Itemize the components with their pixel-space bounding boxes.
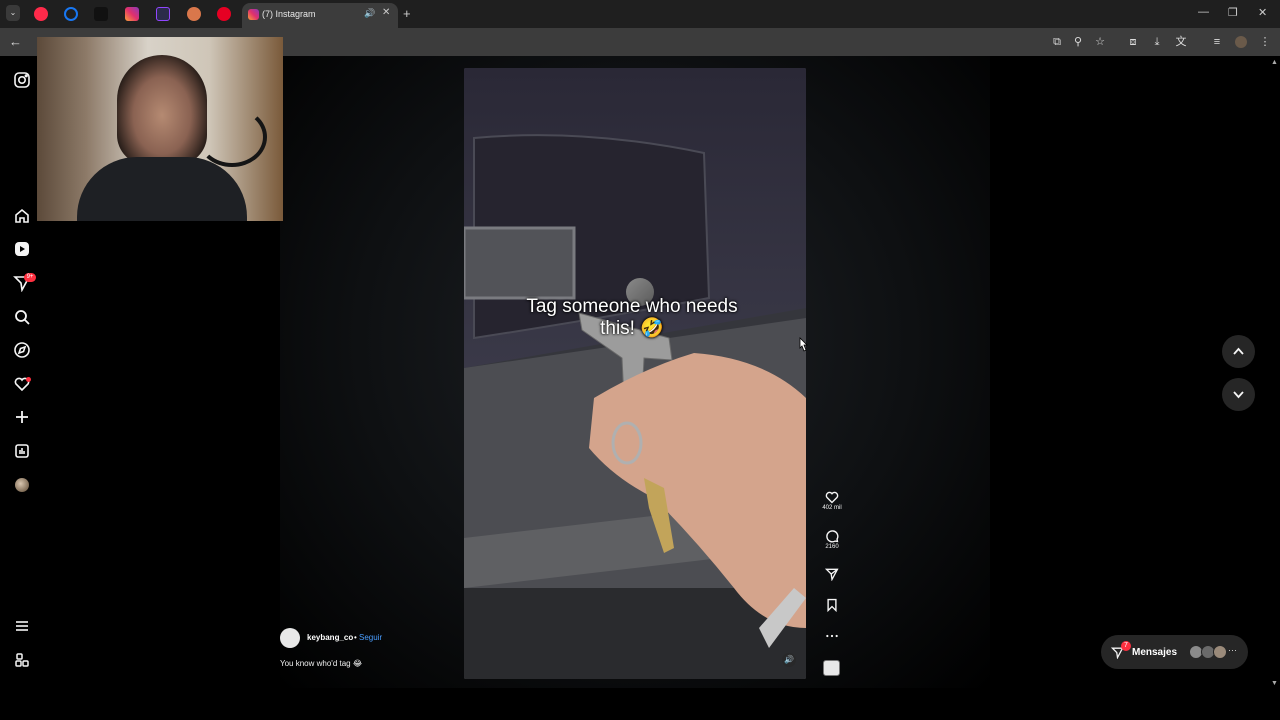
install-app-icon[interactable]: ⧉	[1051, 36, 1063, 48]
tab-list-chevron-icon[interactable]: ⌄	[6, 5, 20, 21]
mouse-cursor-icon	[799, 337, 808, 352]
bookmark-star-icon[interactable]: ☆	[1094, 36, 1106, 48]
more-dots-icon: ···	[1228, 645, 1237, 655]
message-avatar-3	[1213, 645, 1227, 659]
download-icon[interactable]: ⤓	[1151, 36, 1163, 48]
separator-dot: •	[354, 633, 357, 642]
close-window-button[interactable]: ✕	[1258, 6, 1267, 19]
extensions-icon[interactable]: ⧈	[1127, 36, 1139, 48]
tab-close-button[interactable]: ✕	[382, 7, 390, 18]
speaker-icon[interactable]: 🔊	[364, 8, 375, 19]
tab-favicon-meta-icon[interactable]	[64, 7, 78, 21]
explore-compass-icon[interactable]	[13, 341, 31, 359]
comment-count: 2160	[825, 544, 839, 550]
chevron-up-icon	[1233, 347, 1244, 355]
comment-icon[interactable]	[825, 529, 839, 543]
bookmark-icon[interactable]	[825, 598, 839, 612]
chevron-down-icon	[1233, 391, 1244, 399]
notification-dot	[26, 377, 31, 382]
restore-button[interactable]: ❐	[1228, 6, 1238, 19]
tab-favicon-youtube-icon[interactable]	[34, 7, 48, 21]
minimize-button[interactable]: —	[1198, 6, 1209, 18]
notifications-badge: 9+	[24, 273, 36, 282]
previous-reel-button[interactable]	[1222, 335, 1255, 368]
caption-overlay: Tag someone who needs this! 🤣	[464, 296, 800, 340]
meta-apps-icon[interactable]	[13, 651, 31, 669]
translate-icon[interactable]: 文	[1175, 36, 1187, 48]
tab-favicon-instagram-icon[interactable]	[125, 7, 139, 21]
like-action[interactable]: 402 mil	[820, 490, 844, 511]
more-menu-icon[interactable]	[13, 617, 31, 635]
bottom-bar	[0, 688, 1280, 720]
webcam-person	[117, 55, 207, 165]
reels-icon[interactable]	[13, 240, 31, 258]
new-tab-button[interactable]: +	[403, 6, 411, 21]
heart-icon[interactable]	[825, 490, 839, 504]
profile-avatar-small[interactable]	[15, 478, 29, 492]
back-arrow-icon[interactable]: ←	[9, 34, 22, 49]
owner-avatar[interactable]	[280, 628, 300, 648]
owner-username[interactable]: keybang_co	[307, 633, 353, 642]
page-scrollbar[interactable]: ▲ ▼	[1268, 56, 1280, 688]
tab-favicon-claude-icon[interactable]	[187, 7, 201, 21]
webcam-headset	[197, 107, 267, 167]
comment-action[interactable]: 2160	[820, 529, 844, 550]
tab-favicon-tiktok-icon[interactable]	[94, 7, 108, 21]
instagram-logo-icon[interactable]	[13, 71, 31, 89]
reel-video[interactable]: Tag someone who needs this! 🤣 🔊	[464, 68, 806, 679]
browser-menu-icon[interactable]: ⋮	[1259, 36, 1271, 48]
save-action[interactable]	[820, 598, 844, 612]
profile-avatar[interactable]	[1235, 36, 1247, 48]
scroll-down-arrow-icon[interactable]: ▼	[1271, 680, 1278, 687]
messages-badge: 7	[1121, 641, 1131, 651]
webcam-shirt	[77, 157, 247, 221]
browser-tab-bar: ⌄ (7) Instagram 🔊 ✕ + — ❐ ✕	[0, 0, 1280, 28]
caption-line-2: this! 🤣	[600, 318, 664, 339]
scroll-up-arrow-icon[interactable]: ▲	[1271, 59, 1278, 66]
tab-instagram-active[interactable]: (7) Instagram 🔊 ✕	[242, 3, 398, 28]
more-options-action[interactable]	[820, 629, 844, 643]
mute-toggle-icon[interactable]: 🔊	[782, 653, 796, 667]
search-icon[interactable]	[13, 308, 31, 326]
reel-video-frame	[464, 68, 806, 679]
home-icon[interactable]	[13, 207, 31, 225]
post-description[interactable]: You know who'd tag 😂	[280, 659, 362, 668]
more-dots-icon[interactable]	[825, 629, 839, 643]
create-plus-icon[interactable]	[13, 408, 31, 426]
caption-line-1: Tag someone who needs	[526, 296, 738, 317]
media-queue-icon[interactable]: ≡	[1211, 36, 1223, 48]
webcam-overlay	[37, 37, 283, 221]
share-icon[interactable]	[825, 567, 839, 581]
dashboard-icon[interactable]	[13, 442, 31, 460]
next-reel-button[interactable]	[1222, 378, 1255, 411]
like-count: 402 mil	[822, 505, 842, 511]
instagram-icon	[248, 9, 259, 20]
messages-label: Mensajes	[1132, 647, 1178, 658]
tab-favicon-twitch-icon[interactable]	[156, 7, 170, 21]
zoom-icon[interactable]: ⚲	[1072, 36, 1084, 48]
tab-favicon-pinterest-icon[interactable]	[217, 7, 231, 21]
follow-button[interactable]: Seguir	[359, 633, 382, 642]
audio-track-thumbnail[interactable]	[823, 660, 840, 676]
share-action[interactable]	[820, 567, 844, 581]
tab-title: (7) Instagram	[262, 9, 316, 19]
messages-button[interactable]: 7 Mensajes ···	[1101, 635, 1248, 669]
